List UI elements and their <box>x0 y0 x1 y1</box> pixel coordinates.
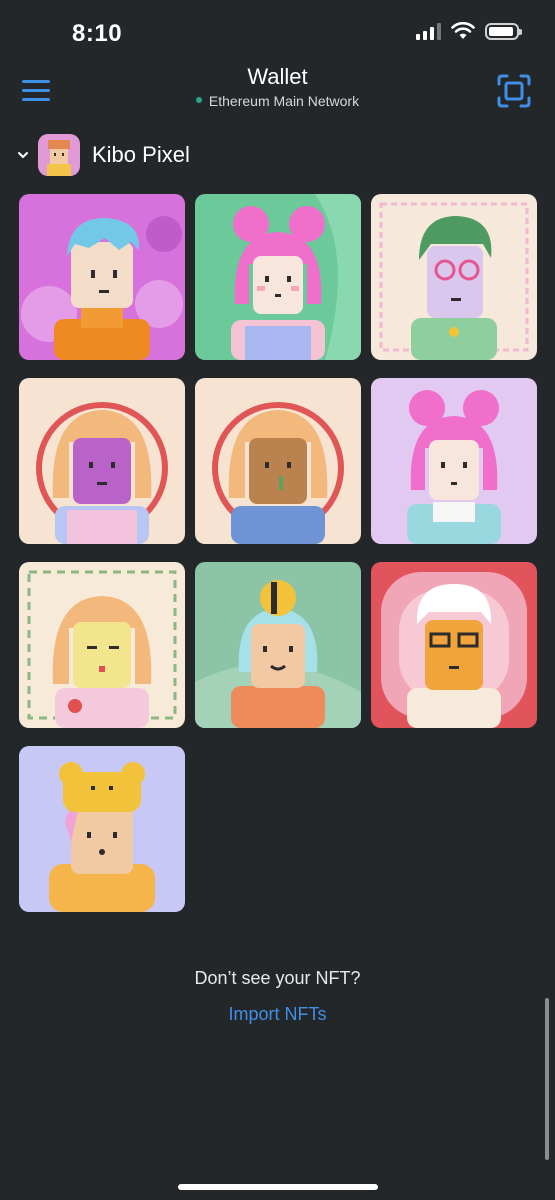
nft-image <box>19 194 185 360</box>
nft-tile[interactable] <box>195 194 361 360</box>
nft-tile[interactable] <box>371 562 537 728</box>
nft-image <box>19 378 185 544</box>
collection-avatar <box>38 134 80 176</box>
battery-icon <box>485 22 522 40</box>
nft-tile[interactable] <box>19 746 185 912</box>
cellular-signal-icon <box>416 22 441 40</box>
missing-nft-question: Don’t see your NFT? <box>194 968 361 988</box>
network-indicator[interactable]: Ethereum Main Network <box>0 93 555 109</box>
scan-icon[interactable] <box>497 74 531 108</box>
page-title: Wallet <box>247 64 308 89</box>
scrollbar[interactable] <box>545 998 549 1160</box>
collection-header[interactable]: Kibo Pixel <box>14 133 190 177</box>
nft-image <box>371 562 537 728</box>
import-nfts-link[interactable]: Import NFTs <box>0 1004 555 1025</box>
nft-tile[interactable] <box>195 562 361 728</box>
status-time: 8:10 <box>72 20 123 47</box>
status-icons <box>416 22 522 40</box>
network-label: Ethereum Main Network <box>208 93 360 109</box>
nft-image <box>19 746 185 912</box>
nft-tile[interactable] <box>19 194 185 360</box>
home-indicator[interactable] <box>177 1184 378 1190</box>
status-bar: 8:10 <box>0 0 555 64</box>
nft-tile[interactable] <box>195 378 361 544</box>
nft-image <box>371 378 537 544</box>
nft-grid <box>19 194 537 912</box>
nft-tile[interactable] <box>19 562 185 728</box>
nav-bar: Wallet Ethereum Main Network <box>0 60 555 120</box>
nft-image <box>19 562 185 728</box>
nft-image <box>195 378 361 544</box>
collection-name: Kibo Pixel <box>92 142 190 167</box>
nft-image <box>195 194 361 360</box>
network-status-dot <box>195 97 202 104</box>
chevron-down-icon[interactable] <box>14 146 32 164</box>
nft-tile[interactable] <box>371 378 537 544</box>
nft-image <box>195 562 361 728</box>
nft-tile[interactable] <box>371 194 537 360</box>
nft-tile[interactable] <box>19 378 185 544</box>
wifi-icon <box>451 22 475 39</box>
nft-image <box>371 194 537 360</box>
